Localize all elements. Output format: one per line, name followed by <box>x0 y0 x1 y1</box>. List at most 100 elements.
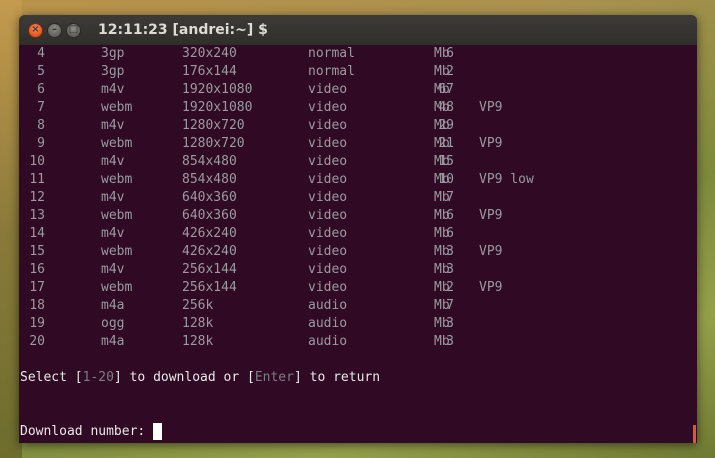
format-size-unit: Mb <box>434 118 450 133</box>
list-item: 14 m4v 426x240 video 6 Mb <box>19 225 679 243</box>
format-size-unit: Mb <box>434 100 450 115</box>
format-extension: webm <box>101 136 133 151</box>
format-number: 17 <box>29 280 45 295</box>
format-resolution: 256x144 <box>182 280 237 295</box>
format-size-unit: Mb <box>434 190 450 205</box>
format-number: 12 <box>29 190 45 205</box>
format-number: 10 <box>29 154 45 169</box>
format-resolution: 426x240 <box>182 244 237 259</box>
format-resolution: 256x144 <box>182 262 237 277</box>
format-extension: 3gp <box>101 64 125 79</box>
format-number: 13 <box>29 208 45 223</box>
list-item: 4 3gp 320x240 normal 6 Mb <box>19 45 679 63</box>
format-size-unit: Mb <box>434 262 450 277</box>
format-size-unit: Mb <box>434 280 450 295</box>
format-type: video <box>308 226 348 241</box>
format-size-unit: Mb <box>434 154 450 169</box>
format-size-unit: Mb <box>434 244 450 259</box>
format-type: video <box>308 208 348 223</box>
format-extension: ogg <box>101 316 125 331</box>
format-resolution: 128k <box>182 316 214 331</box>
format-resolution: 320x240 <box>182 46 237 61</box>
format-resolution: 128k <box>182 334 214 349</box>
format-size-unit: Mb <box>434 298 450 313</box>
format-number: 4 <box>37 46 45 61</box>
format-type: video <box>308 154 348 169</box>
window-title: 12:11:23 [andrei:~] $ <box>98 22 268 38</box>
format-note: VP9 <box>479 136 503 151</box>
format-type: video <box>308 244 348 259</box>
format-number: 19 <box>29 316 45 331</box>
format-number: 18 <box>29 298 45 313</box>
format-extension: 3gp <box>101 46 125 61</box>
format-type: video <box>308 136 348 151</box>
list-item: 8 m4v 1280x720 video 29 Mb <box>19 117 679 135</box>
format-resolution: 176x144 <box>182 64 237 79</box>
download-prompt-line[interactable]: Download number: <box>20 423 163 441</box>
format-size-unit: Mb <box>434 82 450 97</box>
format-resolution: 1920x1080 <box>182 82 253 97</box>
format-type: video <box>308 190 348 205</box>
list-item: 6 m4v 1920x1080 video 67 Mb <box>19 81 679 99</box>
terminal-window[interactable]: × – □ 12:11:23 [andrei:~] $ 4 3gp 320x240 n… <box>19 15 697 443</box>
format-note: VP9 low <box>479 172 534 187</box>
list-item: 16 m4v 256x144 video 3 Mb <box>19 261 679 279</box>
format-type: video <box>308 100 348 115</box>
format-type: video <box>308 172 348 187</box>
maximize-icon[interactable]: □ <box>66 22 81 38</box>
text-cursor[interactable] <box>153 423 163 440</box>
format-type: audio <box>308 316 348 331</box>
format-number: 7 <box>37 100 45 115</box>
format-type: video <box>308 280 348 295</box>
list-item: 9 webm 1280x720 video 21 Mb VP9 <box>19 135 679 153</box>
format-type: normal <box>308 64 355 79</box>
list-item: 19 ogg 128k audio 3 Mb <box>19 315 679 333</box>
format-size-unit: Mb <box>434 334 450 349</box>
format-resolution: 640x360 <box>182 190 237 205</box>
terminal-content[interactable]: 4 3gp 320x240 normal 6 Mb 5 3gp 176x144 normal 2 Mb… <box>19 45 697 443</box>
list-item: 18 m4a 256k audio 7 Mb <box>19 297 679 315</box>
format-note: VP9 <box>479 100 503 115</box>
format-resolution: 1920x1080 <box>182 100 253 115</box>
format-type: audio <box>308 298 348 313</box>
format-extension: webm <box>101 208 133 223</box>
format-extension: m4v <box>101 154 125 169</box>
select-prompt-suffix: ] to return <box>293 370 381 385</box>
list-item: 12 m4v 640x360 video 7 Mb <box>19 189 679 207</box>
format-extension: m4v <box>101 118 125 133</box>
format-size-unit: Mb <box>434 136 450 151</box>
format-number: 11 <box>29 172 45 187</box>
format-note: VP9 <box>479 280 503 295</box>
format-resolution: 854x480 <box>182 154 237 169</box>
list-item: 11 webm 854x480 video 10 Mb VP9 low <box>19 171 679 189</box>
format-size-unit: Mb <box>434 64 450 79</box>
format-extension: m4a <box>101 334 125 349</box>
format-size-unit: Mb <box>434 172 450 187</box>
format-extension: webm <box>101 100 133 115</box>
format-resolution: 640x360 <box>182 208 237 223</box>
format-number: 15 <box>29 244 45 259</box>
list-item: 5 3gp 176x144 normal 2 Mb <box>19 63 679 81</box>
format-extension: m4v <box>101 226 125 241</box>
close-icon[interactable]: × <box>28 22 43 38</box>
format-extension: webm <box>101 172 133 187</box>
format-size-unit: Mb <box>434 316 450 331</box>
format-resolution: 256k <box>182 298 214 313</box>
format-size-unit: Mb <box>434 208 450 223</box>
select-prompt-range: 1-20 <box>82 370 114 385</box>
format-number: 6 <box>37 82 45 97</box>
download-prompt-label: Download number: <box>20 424 154 439</box>
list-item: 15 webm 426x240 video 3 Mb VP9 <box>19 243 679 261</box>
format-note: VP9 <box>479 244 503 259</box>
format-type: video <box>308 118 348 133</box>
minimize-icon[interactable]: – <box>47 22 62 38</box>
scrollbar-indicator[interactable] <box>693 425 696 443</box>
format-number: 20 <box>29 334 45 349</box>
select-prompt-middle: ] to download or [ <box>113 370 255 385</box>
format-extension: m4v <box>101 262 125 277</box>
select-prompt-prefix: Select [ <box>20 370 83 385</box>
format-extension: m4v <box>101 82 125 97</box>
titlebar[interactable]: × – □ 12:11:23 [andrei:~] $ <box>19 15 697 45</box>
format-extension: webm <box>101 244 133 259</box>
list-item: 7 webm 1920x1080 video 48 Mb VP9 <box>19 99 679 117</box>
